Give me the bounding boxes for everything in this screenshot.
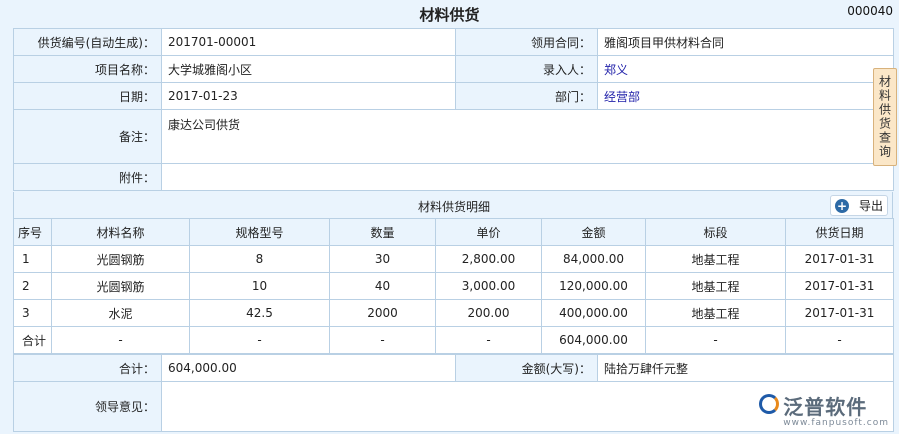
attachment-field[interactable]	[161, 163, 894, 191]
watermark-brand: 泛普软件	[783, 395, 868, 419]
cell-quantity: 40	[329, 272, 436, 300]
plus-circle-icon: +	[835, 198, 849, 213]
cell-total: -	[51, 326, 190, 354]
cell-total-label: 合计	[13, 326, 52, 354]
cell-amount: 84,000.00	[541, 245, 646, 273]
column-header[interactable]: 标段	[645, 218, 786, 246]
detail-header-row: 序号 材料名称 规格型号 数量 单价 金额 标段 供货日期	[13, 218, 894, 246]
watermark-text: 泛普软件 www.fanpusoft.com	[783, 396, 889, 428]
amount-in-words-label: 金额(大写)：	[455, 354, 598, 382]
cell-spec: 8	[189, 245, 330, 273]
remark-field[interactable]: 康达公司供货	[161, 109, 894, 164]
cell-total: -	[785, 326, 894, 354]
date-label: 日期：	[13, 82, 162, 110]
contract-label: 领用合同：	[455, 28, 598, 56]
total-row: 合计 - - - - 604,000.00 - -	[13, 326, 894, 354]
cell-unit-price: 200.00	[435, 299, 542, 327]
cell-material: 水泥	[51, 299, 190, 327]
department-field[interactable]: 经营部	[597, 82, 894, 110]
cell-total: -	[645, 326, 786, 354]
cell-total: -	[189, 326, 330, 354]
cell-total-amount: 604,000.00	[541, 326, 646, 354]
export-label: 导出	[859, 199, 884, 213]
project-name-field[interactable]: 大学城雅阁小区	[161, 55, 456, 83]
table-row[interactable]: 1 光圆钢筋 8 30 2,800.00 84,000.00 地基工程 2017…	[13, 245, 894, 273]
department-label: 部门：	[455, 82, 598, 110]
cell-amount: 400,000.00	[541, 299, 646, 327]
column-header[interactable]: 供货日期	[785, 218, 894, 246]
watermark: 泛普软件 www.fanpusoft.com	[759, 394, 889, 428]
table-row[interactable]: 2 光圆钢筋 10 40 3,000.00 120,000.00 地基工程 20…	[13, 272, 894, 300]
form-row: 供货编号(自动生成)： 201701-00001 领用合同： 雅阁项目甲供材料合…	[13, 28, 894, 56]
cell-unit-price: 2,800.00	[435, 245, 542, 273]
table-row[interactable]: 3 水泥 42.5 2000 200.00 400,000.00 地基工程 20…	[13, 299, 894, 327]
entry-person-field[interactable]: 郑义	[597, 55, 894, 83]
cell-quantity: 30	[329, 245, 436, 273]
supply-query-tab[interactable]: 材料供货查询	[873, 68, 897, 166]
cell-supply-date: 2017-01-31	[785, 272, 894, 300]
detail-title: 材料供货明细	[417, 200, 490, 214]
amount-in-words-field[interactable]: 陆拾万肆仟元整	[597, 354, 894, 382]
form-row: 日期： 2017-01-23 部门： 经营部	[13, 82, 894, 110]
cell-material: 光圆钢筋	[51, 245, 190, 273]
date-field[interactable]: 2017-01-23	[161, 82, 456, 110]
detail-section-header: 材料供货明细 + 导出	[13, 192, 893, 218]
cell-quantity: 2000	[329, 299, 436, 327]
document-number: 000040	[847, 4, 893, 18]
cell-total: -	[435, 326, 542, 354]
total-label: 合计：	[13, 354, 162, 382]
export-button[interactable]: + 导出	[830, 195, 888, 216]
cell-amount: 120,000.00	[541, 272, 646, 300]
column-header[interactable]: 金额	[541, 218, 646, 246]
entry-person-label: 录入人：	[455, 55, 598, 83]
cell-index: 3	[13, 299, 52, 327]
page: 材料供货 000040 供货编号(自动生成)： 201701-00001 领用合…	[0, 0, 899, 434]
cell-supply-date: 2017-01-31	[785, 299, 894, 327]
cell-section: 地基工程	[645, 299, 786, 327]
remark-label: 备注：	[13, 109, 162, 164]
column-header[interactable]: 规格型号	[189, 218, 330, 246]
cell-spec: 10	[189, 272, 330, 300]
cell-index: 2	[13, 272, 52, 300]
supply-no-label: 供货编号(自动生成)：	[13, 28, 162, 56]
cell-unit-price: 3,000.00	[435, 272, 542, 300]
supply-info-form: 供货编号(自动生成)： 201701-00001 领用合同： 雅阁项目甲供材料合…	[13, 28, 894, 191]
cell-spec: 42.5	[189, 299, 330, 327]
cell-total: -	[329, 326, 436, 354]
watermark-url: www.fanpusoft.com	[783, 418, 889, 428]
attachment-label: 附件：	[13, 163, 162, 191]
contract-field[interactable]: 雅阁项目甲供材料合同	[597, 28, 894, 56]
cell-supply-date: 2017-01-31	[785, 245, 894, 273]
total-field[interactable]: 604,000.00	[161, 354, 456, 382]
cell-section: 地基工程	[645, 272, 786, 300]
cell-material: 光圆钢筋	[51, 272, 190, 300]
title-bar: 材料供货 000040	[0, 0, 899, 28]
form-row: 附件：	[13, 163, 894, 191]
cell-section: 地基工程	[645, 245, 786, 273]
detail-table: 序号 材料名称 规格型号 数量 单价 金额 标段 供货日期 1 光圆钢筋 8 3…	[13, 218, 894, 354]
form-row: 备注： 康达公司供货	[13, 109, 894, 164]
column-header[interactable]: 数量	[329, 218, 436, 246]
cell-index: 1	[13, 245, 52, 273]
supply-no-field[interactable]: 201701-00001	[161, 28, 456, 56]
form-row: 合计： 604,000.00 金额(大写)： 陆拾万肆仟元整	[13, 354, 894, 382]
project-name-label: 项目名称：	[13, 55, 162, 83]
column-header[interactable]: 单价	[435, 218, 542, 246]
form-row: 项目名称： 大学城雅阁小区 录入人： 郑义	[13, 55, 894, 83]
brand-logo-icon	[759, 394, 780, 414]
page-title: 材料供货	[419, 6, 480, 24]
leader-opinion-label: 领导意见：	[13, 381, 162, 432]
column-header[interactable]: 序号	[13, 218, 52, 246]
column-header[interactable]: 材料名称	[51, 218, 190, 246]
